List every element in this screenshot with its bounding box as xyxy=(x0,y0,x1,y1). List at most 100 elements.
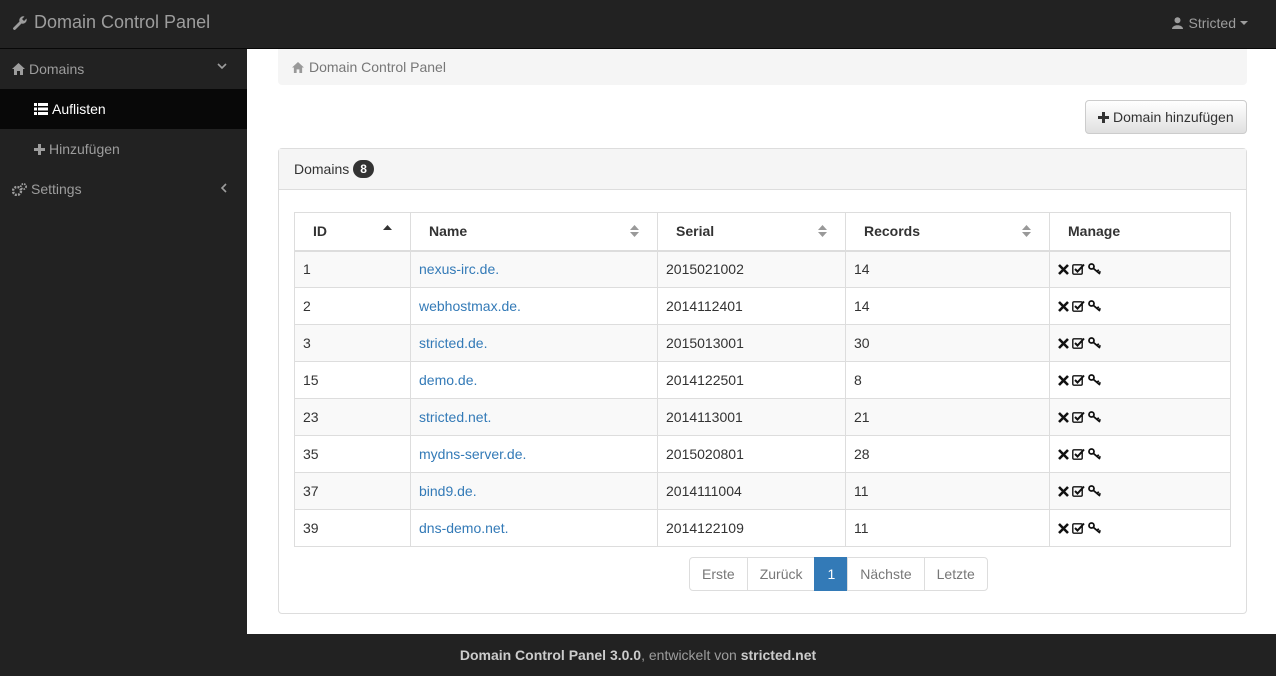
home-icon xyxy=(12,63,25,75)
list-icon xyxy=(34,103,48,115)
delete-icon[interactable] xyxy=(1058,263,1069,275)
cell-name: stricted.de. xyxy=(410,324,658,362)
domain-link[interactable]: demo.de. xyxy=(419,372,477,388)
top-navbar: Domain Control Panel Stricted xyxy=(0,0,1276,49)
cell-manage xyxy=(1049,398,1231,436)
key-icon[interactable] xyxy=(1088,263,1102,275)
user-icon xyxy=(1171,17,1183,29)
pagination-next[interactable]: Nächste xyxy=(847,557,925,591)
column-header-label: Records xyxy=(864,223,921,240)
wrench-icon xyxy=(13,15,27,30)
cell-serial: 2014111004 xyxy=(657,472,846,510)
cell-id: 3 xyxy=(294,324,411,362)
column-header-name[interactable]: Name xyxy=(410,212,658,252)
delete-icon[interactable] xyxy=(1058,522,1069,534)
main-content: Domain Control Panel Domain hinzufügen D… xyxy=(247,49,1276,634)
key-icon[interactable] xyxy=(1088,337,1102,349)
cell-name: nexus-irc.de. xyxy=(410,250,658,288)
column-header-id[interactable]: ID xyxy=(294,212,411,252)
sidebar-item-auflisten[interactable]: Auflisten xyxy=(0,89,247,129)
cell-id: 1 xyxy=(294,250,411,288)
breadcrumb-label[interactable]: Domain Control Panel xyxy=(309,59,446,75)
key-icon[interactable] xyxy=(1088,411,1102,423)
home-icon xyxy=(292,61,304,73)
key-icon[interactable] xyxy=(1088,300,1102,312)
key-icon[interactable] xyxy=(1088,374,1102,386)
cell-manage xyxy=(1049,472,1231,510)
edit-icon[interactable] xyxy=(1072,263,1085,276)
user-menu[interactable]: Stricted xyxy=(1171,15,1248,31)
cell-records: 30 xyxy=(845,324,1050,362)
cell-records: 28 xyxy=(845,435,1050,473)
delete-icon[interactable] xyxy=(1058,300,1069,312)
sort-icon xyxy=(818,225,827,237)
sort-icon xyxy=(1022,225,1031,237)
key-icon[interactable] xyxy=(1088,522,1102,534)
key-icon[interactable] xyxy=(1088,485,1102,497)
pagination-last[interactable]: Letzte xyxy=(923,557,988,591)
caret-down-icon xyxy=(1240,21,1248,25)
cell-manage xyxy=(1049,250,1231,288)
domain-link[interactable]: bind9.de. xyxy=(419,483,477,499)
cell-records: 14 xyxy=(845,287,1050,325)
footer-product: Domain Control Panel 3.0.0 xyxy=(459,647,642,663)
delete-icon[interactable] xyxy=(1058,485,1069,497)
cell-id: 2 xyxy=(294,287,411,325)
pagination: Erste Zurück 1 Nächste Letzte xyxy=(689,557,988,591)
cell-records: 21 xyxy=(845,398,1050,436)
table-row: 2 webhostmax.de. 2014112401 14 xyxy=(294,287,1231,325)
footer: Domain Control Panel 3.0.0, entwickelt v… xyxy=(0,634,1276,676)
edit-icon[interactable] xyxy=(1072,522,1085,534)
sidebar-item-domains[interactable]: Domains xyxy=(0,49,247,89)
footer-author[interactable]: stricted.net xyxy=(741,647,816,663)
edit-icon[interactable] xyxy=(1072,485,1085,497)
user-name: Stricted xyxy=(1188,15,1236,31)
add-domain-label: Domain hinzufügen xyxy=(1113,109,1234,125)
cell-manage xyxy=(1049,435,1231,473)
delete-icon[interactable] xyxy=(1058,448,1069,460)
add-domain-button[interactable]: Domain hinzufügen xyxy=(1085,100,1247,134)
brand[interactable]: Domain Control Panel xyxy=(12,12,210,33)
domain-link[interactable]: dns-demo.net. xyxy=(419,520,509,536)
sidebar-item-hinzufuegen[interactable]: Hinzufügen xyxy=(0,129,247,169)
cell-id: 37 xyxy=(294,472,411,510)
column-header-serial[interactable]: Serial xyxy=(657,212,846,252)
cell-serial: 2014113001 xyxy=(657,398,846,436)
sidebar-item-label: Auflisten xyxy=(52,101,106,117)
domains-panel: Domains 8 ID Name Serial Records Manage … xyxy=(278,148,1247,614)
edit-icon[interactable] xyxy=(1072,300,1085,312)
cell-serial: 2014122109 xyxy=(657,509,846,547)
domain-link[interactable]: stricted.de. xyxy=(419,335,487,351)
table-row: 3 stricted.de. 2015013001 30 xyxy=(294,324,1231,362)
cell-id: 35 xyxy=(294,435,411,473)
pagination-first[interactable]: Erste xyxy=(689,557,748,591)
edit-icon[interactable] xyxy=(1072,448,1085,460)
delete-icon[interactable] xyxy=(1058,374,1069,386)
domain-link[interactable]: stricted.net. xyxy=(419,409,491,425)
brand-title: Domain Control Panel xyxy=(34,12,211,32)
domain-link[interactable]: mydns-server.de. xyxy=(419,446,526,462)
delete-icon[interactable] xyxy=(1058,411,1069,423)
pagination-current[interactable]: 1 xyxy=(814,557,849,591)
panel-heading: Domains 8 xyxy=(279,149,1246,190)
sidebar-item-settings[interactable]: Settings xyxy=(0,169,247,209)
edit-icon[interactable] xyxy=(1072,374,1085,386)
pagination-prev[interactable]: Zurück xyxy=(746,557,816,591)
domain-link[interactable]: webhostmax.de. xyxy=(419,298,521,314)
cell-name: demo.de. xyxy=(410,361,658,399)
edit-icon[interactable] xyxy=(1072,411,1085,423)
table-row: 35 mydns-server.de. 2015020801 28 xyxy=(294,435,1231,473)
table-row: 37 bind9.de. 2014111004 11 xyxy=(294,472,1231,510)
cell-id: 23 xyxy=(294,398,411,436)
cell-serial: 2014112401 xyxy=(657,287,846,325)
sidebar: Domains Auflisten Hinzufügen Settings xyxy=(0,49,247,634)
cell-serial: 2015013001 xyxy=(657,324,846,362)
column-header-records[interactable]: Records xyxy=(845,212,1050,252)
chevron-down-icon xyxy=(217,63,227,70)
cell-manage xyxy=(1049,361,1231,399)
key-icon[interactable] xyxy=(1088,448,1102,460)
edit-icon[interactable] xyxy=(1072,337,1085,349)
column-header-label: Name xyxy=(429,223,468,240)
delete-icon[interactable] xyxy=(1058,337,1069,349)
domain-link[interactable]: nexus-irc.de. xyxy=(419,261,499,277)
